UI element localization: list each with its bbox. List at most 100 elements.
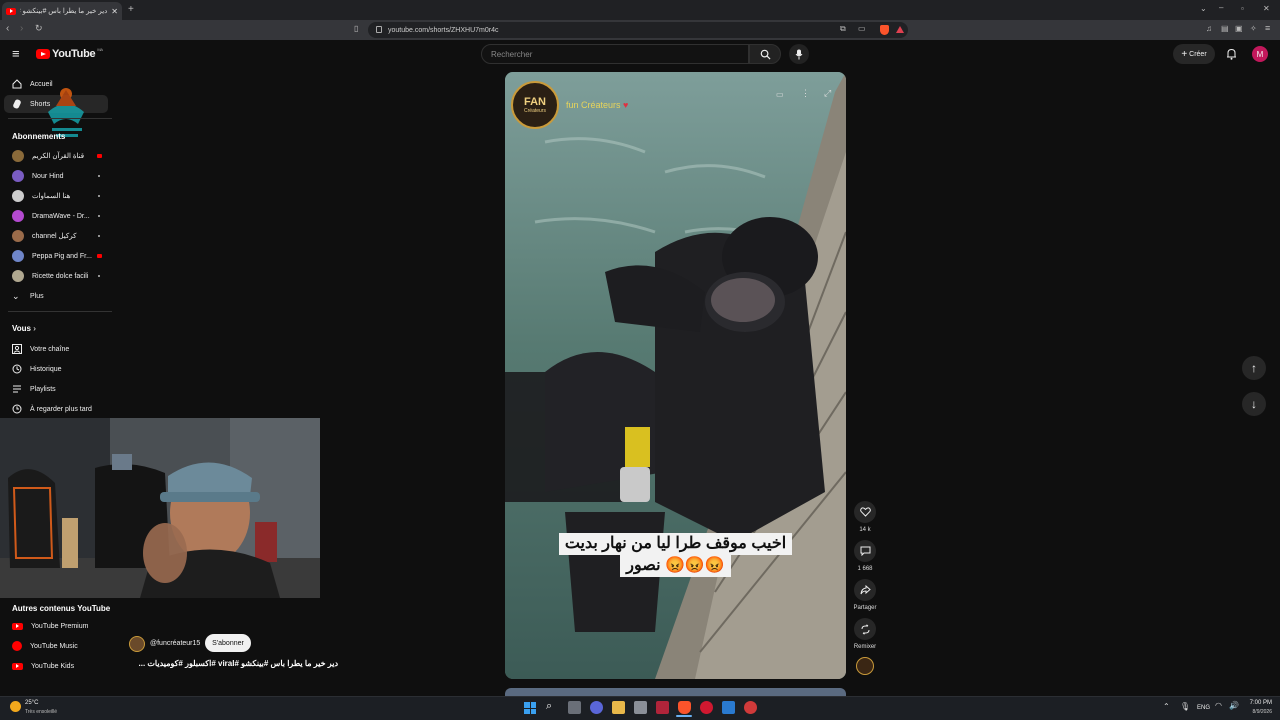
channel-handle[interactable]: @funcréateur15 (150, 640, 200, 647)
taskbar-search-icon[interactable]: ⌕ (546, 700, 552, 713)
sidebar-item-history[interactable]: Historique (4, 360, 108, 378)
recording-app-icon[interactable] (744, 701, 757, 714)
cast-icon[interactable]: ▭ (858, 24, 866, 33)
subscription-label: DramaWave - Dr... (32, 212, 90, 220)
address-bar[interactable]: youtube.com/shorts/ZHXHU7m0r4c (368, 22, 908, 38)
forward-icon[interactable]: › (20, 23, 23, 34)
short-title[interactable]: دير خير ما يطرا باس #بينكشو #viral #اكسب… (128, 659, 339, 668)
store-icon[interactable] (634, 701, 647, 714)
sidebar-item-youtube-kids[interactable]: YouTube Kids (4, 657, 108, 675)
badge-sub: Créateurs (524, 107, 546, 114)
fullscreen-icon[interactable]: ⤢ (824, 88, 831, 99)
windows-start-icon[interactable] (524, 702, 536, 714)
brave-browser-icon[interactable] (678, 701, 691, 714)
media-app-icon[interactable] (656, 701, 669, 714)
comments-button[interactable] (854, 540, 876, 562)
like-button[interactable] (854, 501, 876, 523)
subscription-label: Ricette dolce facili (32, 272, 89, 280)
reload-icon[interactable]: ↻ (35, 23, 43, 34)
next-short-button[interactable]: ↓ (1242, 392, 1266, 416)
close-tab-icon[interactable]: ✕ (111, 7, 118, 16)
sidebar-item-youtube-music[interactable]: YouTube Music (4, 637, 108, 655)
sound-channel-avatar[interactable] (856, 657, 874, 675)
previous-short-button[interactable]: ↑ (1242, 356, 1266, 380)
next-short-preview (505, 688, 846, 696)
shorts-video-player[interactable] (505, 72, 846, 679)
sidebar-item-playlists[interactable]: Playlists (4, 380, 108, 398)
subscription-item[interactable]: DramaWave - Dr... (4, 207, 108, 225)
brave-rewards-icon[interactable] (896, 26, 904, 33)
site-info-icon[interactable] (376, 26, 382, 33)
channel-avatar (12, 270, 24, 282)
subscribe-button[interactable]: S'abonner (205, 634, 251, 652)
file-explorer-icon[interactable] (612, 701, 625, 714)
tab-list-icon[interactable]: ⌄ (1200, 4, 1207, 13)
youtube-logo[interactable]: YouTube MA (36, 47, 103, 60)
avatar[interactable]: M (1252, 46, 1268, 62)
subscription-item[interactable]: قناة القرآن الكريم (4, 147, 108, 165)
more-options-icon[interactable]: ⋮ (801, 88, 810, 99)
search-input[interactable]: Rechercher (481, 44, 749, 64)
volume-icon[interactable]: 🔊 (1229, 701, 1239, 710)
music-icon[interactable]: ♫ (1206, 24, 1212, 33)
search-icon (760, 49, 771, 60)
sidebar-item-watch-later[interactable]: À regarder plus tard (4, 400, 108, 418)
new-tab-icon[interactable]: + (128, 4, 134, 15)
clock-date[interactable]: 8/9/2026 (1244, 709, 1272, 715)
sidebar-toggle-icon[interactable]: ▤ (1221, 24, 1229, 33)
captions-icon[interactable]: ▭ (776, 90, 784, 99)
subscription-item[interactable]: Nour Hind (4, 167, 108, 185)
caption-line-2: نصور 😡😡😡 (620, 555, 731, 577)
back-icon[interactable]: ‹ (6, 23, 9, 34)
new-content-dot (98, 175, 100, 177)
vpn-icon[interactable] (700, 701, 713, 714)
youtube-music-icon (12, 641, 22, 651)
discord-icon[interactable] (590, 701, 603, 714)
microphone-tray-icon[interactable]: 🎙 (1180, 702, 1190, 711)
sidebar-more-button[interactable]: ⌄ Plus (4, 287, 108, 305)
sidebar-item-your-channel[interactable]: Votre chaîne (4, 340, 108, 358)
subscription-item[interactable]: channel كركيل (4, 227, 108, 245)
sidebar-item-label: YouTube Music (30, 642, 78, 650)
weather-temp[interactable]: 25°C (25, 700, 38, 706)
weather-sun-icon[interactable] (10, 701, 21, 712)
search-button[interactable] (749, 44, 781, 64)
leo-icon[interactable]: ✧ (1250, 24, 1257, 33)
wallet-icon[interactable]: ▣ (1235, 24, 1243, 33)
subscription-item[interactable]: Ricette dolce facili (4, 267, 108, 285)
browser-tab[interactable]: دير خير ما يطرا باس #بينكشو #viral ✕ (2, 2, 122, 20)
tab-title: دير خير ما يطرا باس #بينكشو #viral (20, 8, 108, 15)
share-button[interactable] (854, 579, 876, 601)
like-icon (859, 507, 871, 517)
new-content-dot (98, 235, 100, 237)
sidebar-item-youtube-premium[interactable]: YouTube Premium (4, 617, 108, 635)
channel-avatar[interactable] (129, 636, 145, 652)
close-window-icon[interactable]: ✕ (1263, 4, 1270, 13)
channel-avatar (12, 250, 24, 262)
create-button[interactable]: + Créer (1173, 44, 1215, 64)
remix-button[interactable] (854, 618, 876, 640)
subscription-item[interactable]: Peppa Pig and Fr... (4, 247, 108, 265)
show-hidden-icons-icon[interactable]: ⌃ (1163, 702, 1170, 711)
subscriptions-heading[interactable]: Abonnements (12, 132, 65, 141)
brave-shields-icon[interactable] (880, 25, 889, 35)
guide-menu-icon[interactable]: ≡ (12, 46, 20, 61)
clock-time[interactable]: 7:00 PM (1244, 700, 1272, 706)
notifications-bell-icon[interactable] (1226, 48, 1237, 60)
browser-tab-bar (0, 0, 1280, 20)
language-indicator[interactable]: ENG (1197, 705, 1210, 711)
you-heading[interactable]: Vous › (12, 324, 36, 333)
bookmark-icon[interactable]: ▯ (354, 24, 358, 33)
plus-icon: + (1181, 48, 1188, 60)
channel-avatar (12, 210, 24, 222)
minimize-icon[interactable]: – (1219, 3, 1223, 12)
youtube-favicon-icon (6, 7, 16, 15)
translate-icon[interactable]: ⧉ (840, 24, 846, 34)
wifi-icon[interactable]: ◠ (1215, 701, 1222, 710)
menu-icon[interactable]: ≡ (1265, 23, 1270, 33)
app-icon[interactable] (722, 701, 735, 714)
maximize-icon[interactable]: ▫ (1241, 4, 1244, 13)
task-view-icon[interactable] (568, 701, 581, 714)
voice-search-button[interactable] (789, 44, 809, 64)
subscription-item[interactable]: هنا السماوات (4, 187, 108, 205)
